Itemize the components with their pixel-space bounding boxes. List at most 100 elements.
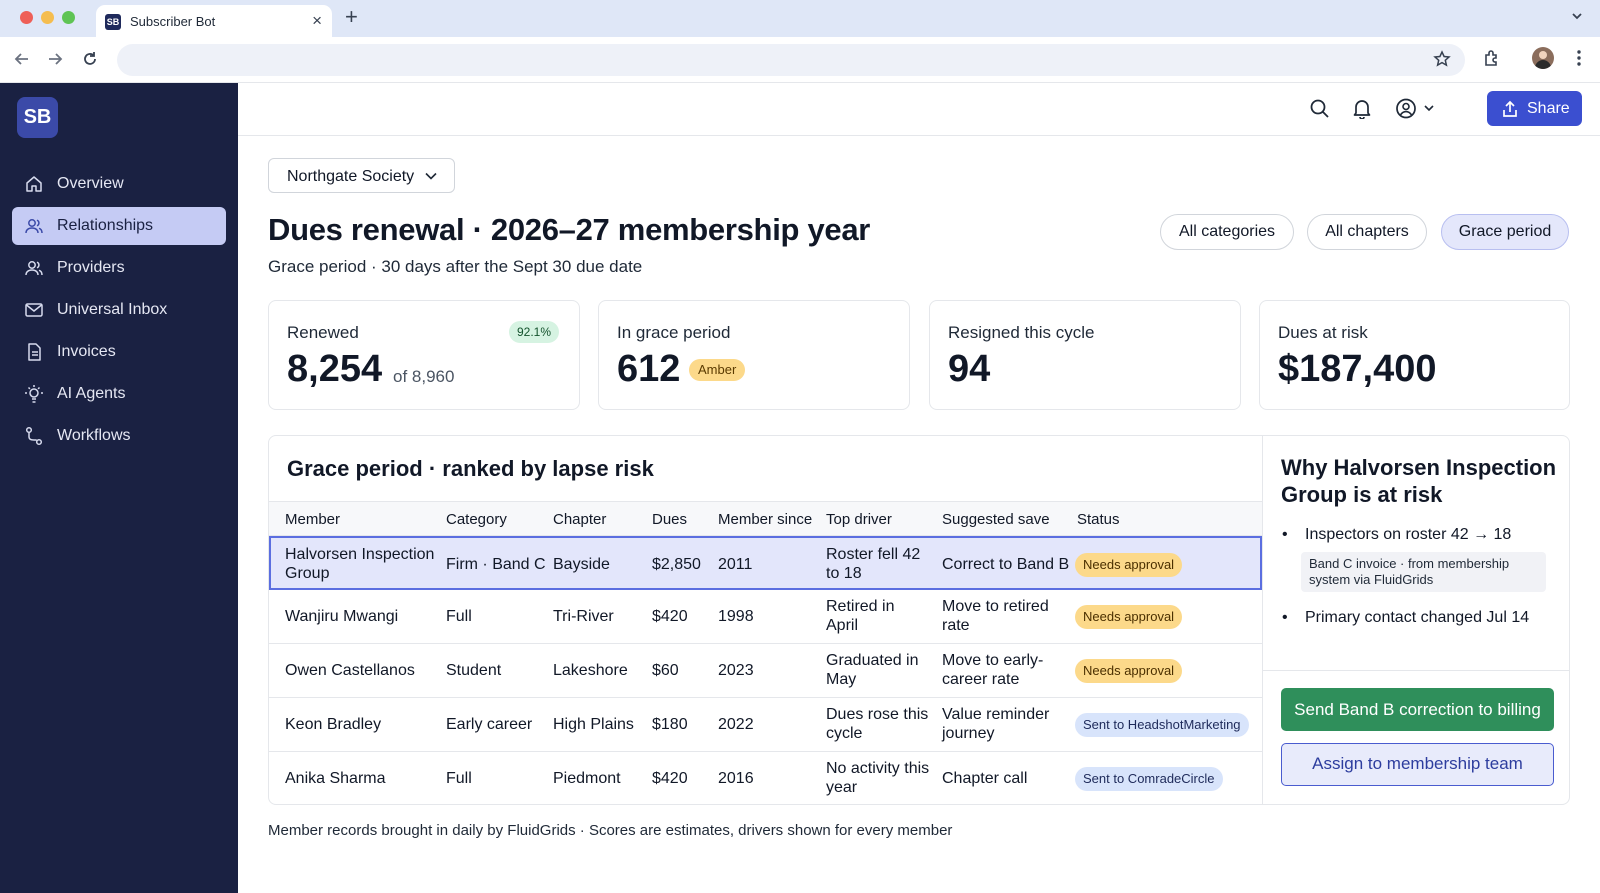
- suggested-save: Move to early-career rate: [942, 652, 1044, 688]
- column-header[interactable]: Member since: [718, 511, 812, 528]
- column-header[interactable]: Category: [446, 511, 507, 528]
- sidebar: SB Overview Relationships Providers Univ…: [0, 83, 238, 893]
- account-menu-icon[interactable]: [1396, 98, 1438, 124]
- status-badge: Needs approval: [1075, 659, 1183, 683]
- browser-toolbar: [0, 37, 1600, 83]
- sidebar-item-overview[interactable]: Overview: [12, 165, 226, 203]
- upload-icon: [1503, 100, 1517, 117]
- sidebar-item-universal-inbox[interactable]: Universal Inbox: [12, 291, 226, 329]
- bell-icon[interactable]: [1352, 98, 1372, 124]
- column-header[interactable]: Dues: [652, 511, 687, 528]
- stat-label: Renewed: [287, 323, 359, 342]
- close-window-button[interactable]: [20, 11, 33, 24]
- column-header[interactable]: Status: [1077, 511, 1120, 528]
- minimize-window-button[interactable]: [41, 11, 54, 24]
- browser-menu-icon[interactable]: [1576, 48, 1582, 73]
- filter-all-categories[interactable]: All categories: [1160, 214, 1294, 250]
- table-row[interactable]: Owen Castellanos Student Lakeshore $60 2…: [269, 644, 1262, 698]
- stat-card-resigned: Resigned this cycle 94: [929, 300, 1241, 410]
- member-chapter: Piedmont: [553, 770, 621, 787]
- new-tab-icon[interactable]: +: [345, 4, 358, 30]
- send-correction-button[interactable]: Send Band B correction to billing: [1281, 688, 1554, 731]
- table-header: Member Category Chapter Dues Member sinc…: [269, 501, 1262, 536]
- status-badge: Amber: [689, 359, 746, 381]
- tab-title: Subscriber Bot: [130, 14, 216, 29]
- back-arrow-icon[interactable]: [13, 50, 31, 73]
- member-category: Full: [446, 608, 472, 625]
- suggested-save: Value reminder journey: [942, 706, 1050, 742]
- column-header[interactable]: Member: [285, 511, 340, 528]
- reload-icon[interactable]: [81, 50, 99, 73]
- member-dues: $2,850: [652, 556, 701, 573]
- risk-explanation-panel: Why Halvorsen Inspection Group is at ris…: [1262, 436, 1569, 804]
- organization-select[interactable]: Northgate Society: [268, 158, 455, 193]
- maximize-window-button[interactable]: [62, 11, 75, 24]
- stat-label: Dues at risk: [1278, 323, 1368, 342]
- member-since: 2016: [718, 770, 754, 787]
- stat-card-dues-at-risk: Dues at risk $187,400: [1259, 300, 1570, 410]
- member-name: Owen Castellanos: [285, 662, 415, 679]
- grace-period-table-card: Grace period · ranked by lapse risk Memb…: [268, 435, 1570, 805]
- mail-icon: [25, 303, 43, 317]
- app-header: Share: [238, 83, 1600, 136]
- member-name: Anika Sharma: [285, 770, 386, 787]
- home-icon: [26, 176, 42, 192]
- top-driver: Retired in April: [826, 598, 895, 634]
- assign-team-button[interactable]: Assign to membership team: [1281, 743, 1554, 786]
- tab-list-chevron-icon[interactable]: [1570, 9, 1584, 28]
- browser-tab[interactable]: SB Subscriber Bot ×: [96, 5, 332, 37]
- table-row[interactable]: Anika Sharma Full Piedmont $420 2016 No …: [269, 752, 1262, 804]
- member-category: Student: [446, 662, 502, 679]
- share-label: Share: [1527, 100, 1570, 117]
- sidebar-item-ai-agents[interactable]: AI Agents: [12, 375, 226, 413]
- sidebar-item-invoices[interactable]: Invoices: [12, 333, 226, 371]
- table-row[interactable]: Wanjiru Mwangi Full Tri-River $420 1998 …: [269, 590, 1262, 644]
- sidebar-item-providers[interactable]: Providers: [12, 249, 226, 287]
- status-badge: Needs approval: [1075, 553, 1183, 577]
- table-row[interactable]: Halvorsen Inspection Group Firm · Band C …: [269, 536, 1262, 590]
- tab-close-icon[interactable]: ×: [312, 11, 322, 31]
- forward-arrow-icon[interactable]: [46, 50, 64, 73]
- extensions-icon[interactable]: [1482, 48, 1502, 73]
- stat-value: 94: [948, 348, 991, 390]
- member-since: 2011: [718, 556, 753, 573]
- sidebar-item-label: Relationships: [57, 217, 154, 234]
- top-driver: Dues rose this cycle: [826, 706, 929, 742]
- stat-card-grace-period: In grace period 612 Amber: [598, 300, 910, 410]
- stat-value: $187,400: [1278, 348, 1437, 390]
- search-icon[interactable]: [1309, 98, 1330, 124]
- app-logo[interactable]: SB: [17, 97, 58, 138]
- filter-grace-period[interactable]: Grace period: [1441, 214, 1569, 250]
- suggested-save: Chapter call: [942, 770, 1028, 787]
- users-icon: [25, 219, 43, 234]
- panel-title: Why Halvorsen Inspection Group is at ris…: [1281, 455, 1557, 507]
- column-header[interactable]: Top driver: [826, 511, 892, 528]
- address-bar[interactable]: [117, 44, 1465, 76]
- sidebar-item-relationships[interactable]: Relationships: [12, 207, 226, 245]
- stat-card-renewed: Renewed 92.1% 8,254 of 8,960: [268, 300, 580, 410]
- top-driver: No activity this year: [826, 760, 930, 796]
- filter-all-chapters[interactable]: All chapters: [1307, 214, 1427, 250]
- column-header[interactable]: Chapter: [553, 511, 606, 528]
- organization-name: Northgate Society: [287, 168, 415, 185]
- stat-value: 8,254: [287, 348, 383, 390]
- bookmark-star-icon[interactable]: [1433, 50, 1451, 73]
- sidebar-item-label: Universal Inbox: [57, 301, 168, 318]
- workflow-icon: [25, 426, 43, 446]
- column-header[interactable]: Suggested save: [942, 511, 1050, 528]
- sidebar-item-label: Providers: [57, 259, 125, 276]
- table-row[interactable]: Keon Bradley Early career High Plains $1…: [269, 698, 1262, 752]
- member-since: 1998: [718, 608, 754, 625]
- sidebar-item-workflows[interactable]: Workflows: [12, 417, 226, 455]
- browser-tab-bar: SB Subscriber Bot × +: [0, 0, 1600, 37]
- users-icon: [25, 261, 43, 276]
- table-title: Grace period · ranked by lapse risk: [287, 456, 654, 481]
- stat-total: of 8,960: [393, 367, 455, 386]
- share-button[interactable]: Share: [1487, 91, 1582, 126]
- profile-avatar[interactable]: [1532, 47, 1554, 69]
- bulb-icon: [25, 385, 43, 403]
- member-dues: $420: [652, 608, 688, 625]
- status-badge: Needs approval: [1075, 605, 1183, 629]
- stat-label: Resigned this cycle: [948, 323, 1095, 342]
- source-note: Band C invoice · from membership system …: [1301, 552, 1546, 592]
